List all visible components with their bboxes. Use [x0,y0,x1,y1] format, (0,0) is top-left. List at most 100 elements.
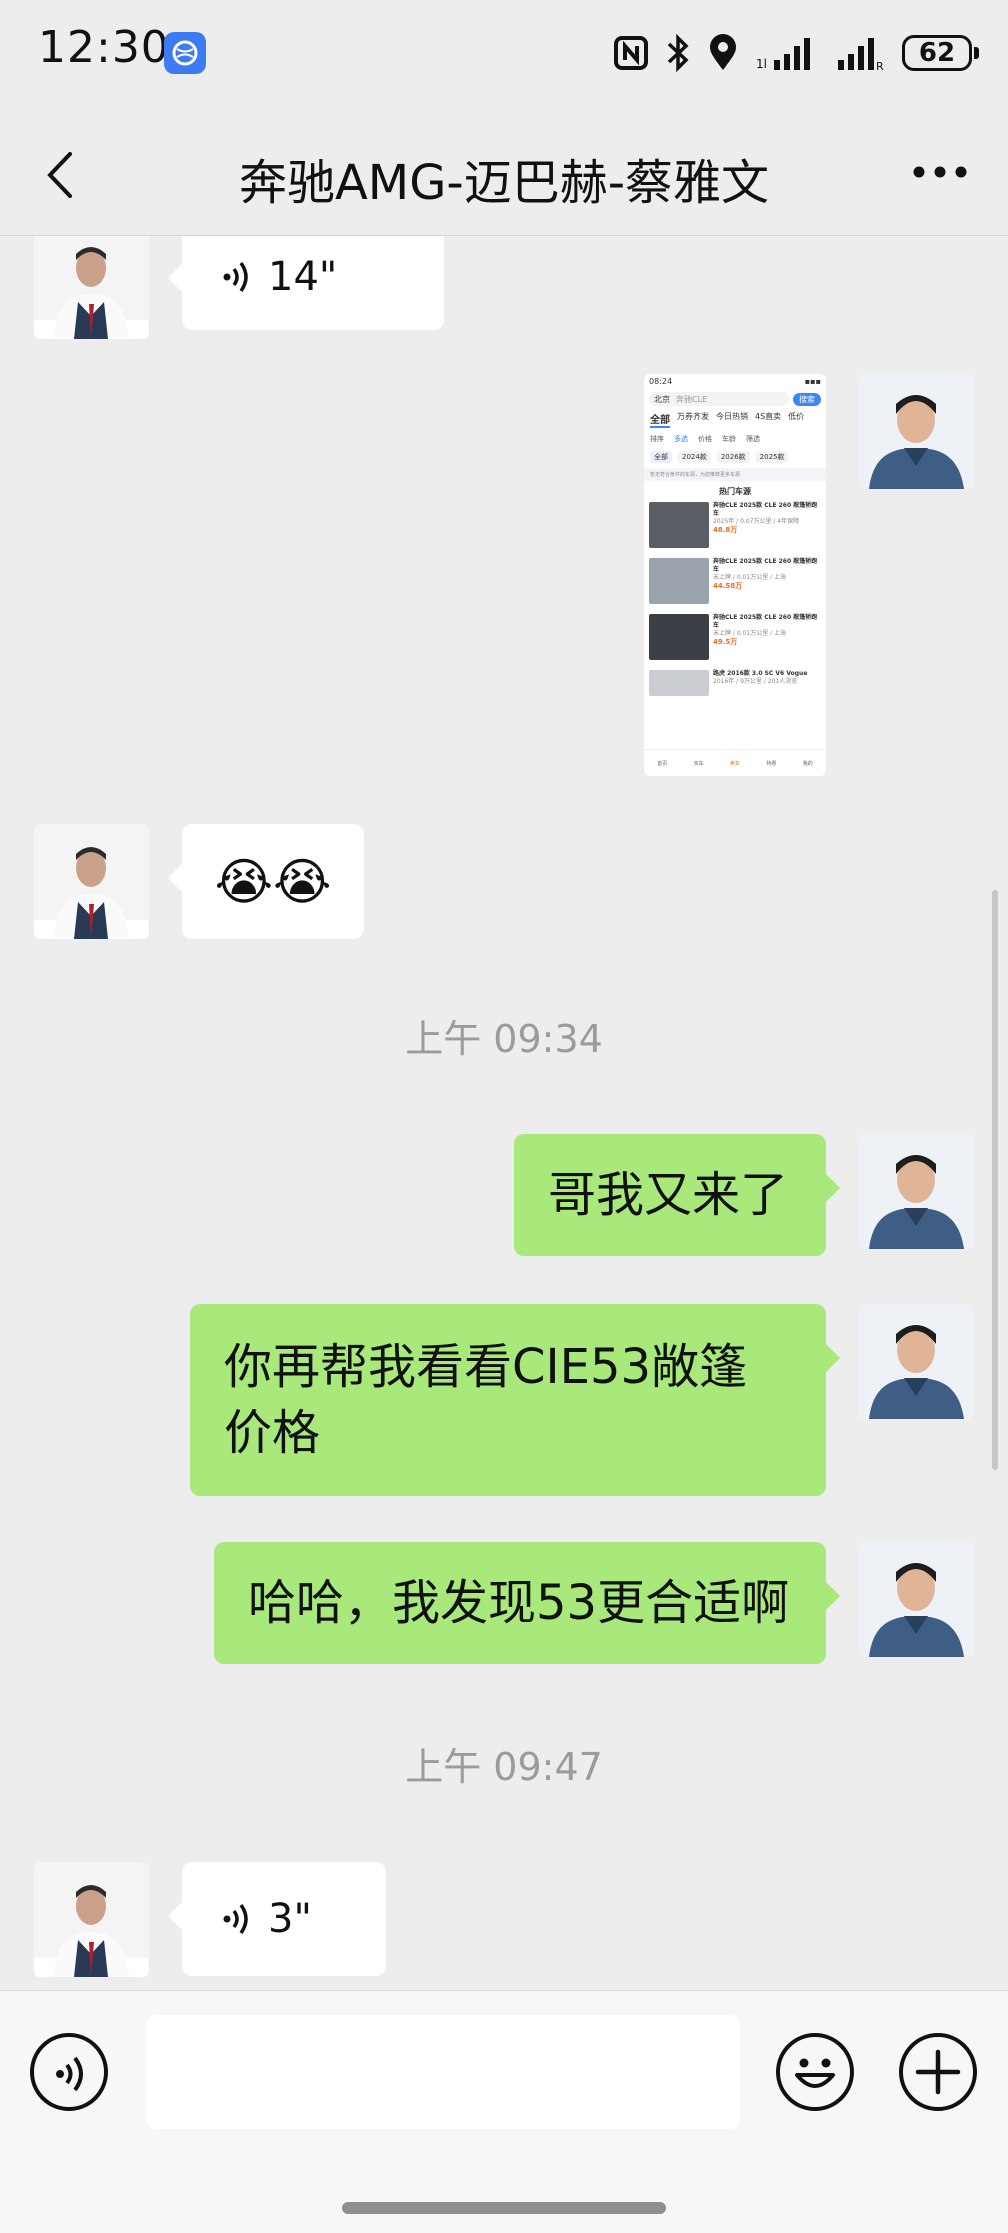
more-dots-icon[interactable] [912,165,968,179]
shot-listing-title: 奔驰CLE 2025款 CLE 260 敞篷轿跑车 [713,558,818,573]
shot-section-title: 热门车源 [719,487,751,496]
avatar-me[interactable] [859,1304,974,1419]
shot-car-photo [649,558,709,604]
shot-filter: 多选 [674,435,688,443]
shot-car-photo [649,670,709,696]
signal-icon: 1l [756,38,810,71]
voice-duration: 14" [268,254,338,300]
shot-nav-item: 特惠 [766,760,777,767]
voice-icon [223,261,248,293]
status-icons: 1l R 62 [614,30,979,76]
voice-icon [223,1903,248,1935]
status-bar: 12:30 1l R 62 [0,0,1008,105]
scrollbar[interactable] [992,890,998,1470]
shot-search-row: 北京 奔驰CLE 搜索 [644,389,826,409]
shot-listing-price: 44.58万 [713,582,743,590]
shot-status-icons: ▪▪▪ [804,377,821,386]
shot-search-query: 奔驰CLE [676,394,708,404]
shot-listing: 奔驰CLE 2025款 CLE 260 敞篷轿跑车 未上牌 / 0.01万公里 … [644,612,826,668]
nfc-icon [614,36,648,70]
shot-tab: 全部 [650,411,670,428]
avatar-contact[interactable] [34,824,149,939]
shot-listing: 奔驰CLE 2025款 CLE 260 敞篷轿跑车 2025年 / 0.07万公… [644,500,826,556]
battery-indicator: 62 [902,35,979,71]
shot-listing: 奔驰CLE 2025款 CLE 260 敞篷轿跑车 未上牌 / 0.01万公里 … [644,556,826,612]
shot-nav-item: 买车 [693,760,704,767]
message-bubble[interactable]: 哈哈，我发现53更合适啊 [214,1542,840,1664]
message-input[interactable] [146,2015,740,2129]
shot-bottom-nav: 首页 买车 卖车 特惠 我的 [644,749,826,776]
shot-tab: 4S直卖 [755,412,782,421]
shot-chip: 2024款 [678,451,711,463]
emoji-message[interactable]: 😭😭 [168,824,364,939]
chat-title: 奔驰AMG-迈巴赫-蔡雅文 [238,155,770,211]
shot-filter: 筛选 [746,435,760,443]
shot-listing: 路虎 2016款 3.0 SC V6 Vogue 2016年 / 9万公里 / … [644,668,826,702]
avatar-me[interactable] [859,374,974,489]
shot-tab: 低价 [788,412,805,421]
shot-chip: 全部 [650,451,672,463]
shot-listing-price: 48.8万 [713,526,738,534]
shot-tab: 万券齐发 [677,412,709,421]
plus-button[interactable] [899,2033,977,2111]
chat-header: 奔驰AMG-迈巴赫-蔡雅文 [0,105,1008,236]
shot-statusbar: 08:24 ▪▪▪ [644,374,826,389]
svg-text:1l: 1l [756,57,767,71]
message-text: 你再帮我看看CIE53敞篷价格 [224,1339,748,1461]
svg-text:R: R [876,60,884,72]
shot-nav-item: 我的 [802,760,813,767]
shared-screenshot-image[interactable]: 08:24 ▪▪▪ 北京 奔驰CLE 搜索 全部 万券齐发 今日热销 4S直卖 … [644,374,826,776]
voice-duration: 3" [268,1896,312,1942]
voice-message[interactable]: 14" [168,236,444,330]
shot-chips: 全部 2024款 2026款 2025款 [644,448,826,466]
voice-input-button[interactable] [30,2033,108,2111]
avatar-contact[interactable] [34,1862,149,1977]
timestamp: 上午 09:34 [405,1017,603,1061]
plus-icon [915,2049,961,2095]
shot-filter: 排序 [650,435,664,443]
signal-icon-2: R [838,38,884,72]
avatar-me[interactable] [859,1134,974,1249]
input-bar [0,1990,1008,2233]
home-indicator[interactable] [342,2202,666,2214]
shot-listing-price: 49.5万 [713,638,738,646]
location-icon [710,34,736,70]
shot-search-button: 搜索 [793,392,821,406]
shot-filter: 车龄 [722,435,736,443]
shot-listing-meta: 未上牌 / 0.01万公里 / 上海 [713,630,787,637]
shot-filter: 价格 [698,435,712,443]
emoji-button[interactable] [776,2033,854,2111]
shot-filters: 排序 多选 价格 车龄 筛选 [644,430,826,448]
shot-nav-item: 卖车 [729,760,740,767]
message-text: 哥我又来了 [548,1167,789,1223]
message-text: 哈哈，我发现53更合适啊 [248,1575,790,1631]
shot-chip: 2025款 [755,451,789,463]
shot-tab: 今日热销 [716,412,748,421]
shot-time: 08:24 [649,377,673,386]
shot-car-photo [649,502,709,548]
message-list[interactable]: 14" 08:24 ▪▪▪ 北京 奔驰CLE 搜索 全部 万券齐发 今日热销 4… [0,236,1008,1989]
app-notification-icon [164,32,206,74]
shot-tabs: 全部 万券齐发 今日热销 4S直卖 低价 [644,409,826,430]
smiley-icon [795,2058,835,2088]
shot-chip: 2026款 [716,451,750,463]
bluetooth-icon [667,34,689,72]
message-bubble[interactable]: 哥我又来了 [514,1134,840,1256]
shot-search-box: 北京 奔驰CLE [649,392,789,406]
shot-listing-title: 奔驰CLE 2025款 CLE 260 敞篷轿跑车 [713,614,818,629]
shot-listing-title: 路虎 2016款 3.0 SC V6 Vogue [713,670,808,677]
shot-city: 北京 [654,394,670,404]
timestamp: 上午 09:47 [405,1745,603,1789]
voice-message[interactable]: 3" [168,1862,386,1976]
message-bubble[interactable]: 你再帮我看看CIE53敞篷价格 [190,1304,840,1496]
shot-listing-meta: 2025年 / 0.07万公里 / 4年保障 [713,518,800,525]
voice-icon [56,2056,83,2092]
emoji-text: 😭😭 [214,852,332,911]
shot-car-photo [649,614,709,660]
avatar-contact[interactable] [34,236,149,339]
shot-listing-meta: 未上牌 / 0.01万公里 / 上海 [713,574,787,581]
status-time: 12:30 [38,22,170,73]
avatar-me[interactable] [859,1542,974,1657]
shot-listing-meta: 2016年 / 9万公里 / 201人浏览 [713,678,798,685]
shot-notice: 暂无符合条件的车源，为您推荐更多车源 [644,468,826,481]
